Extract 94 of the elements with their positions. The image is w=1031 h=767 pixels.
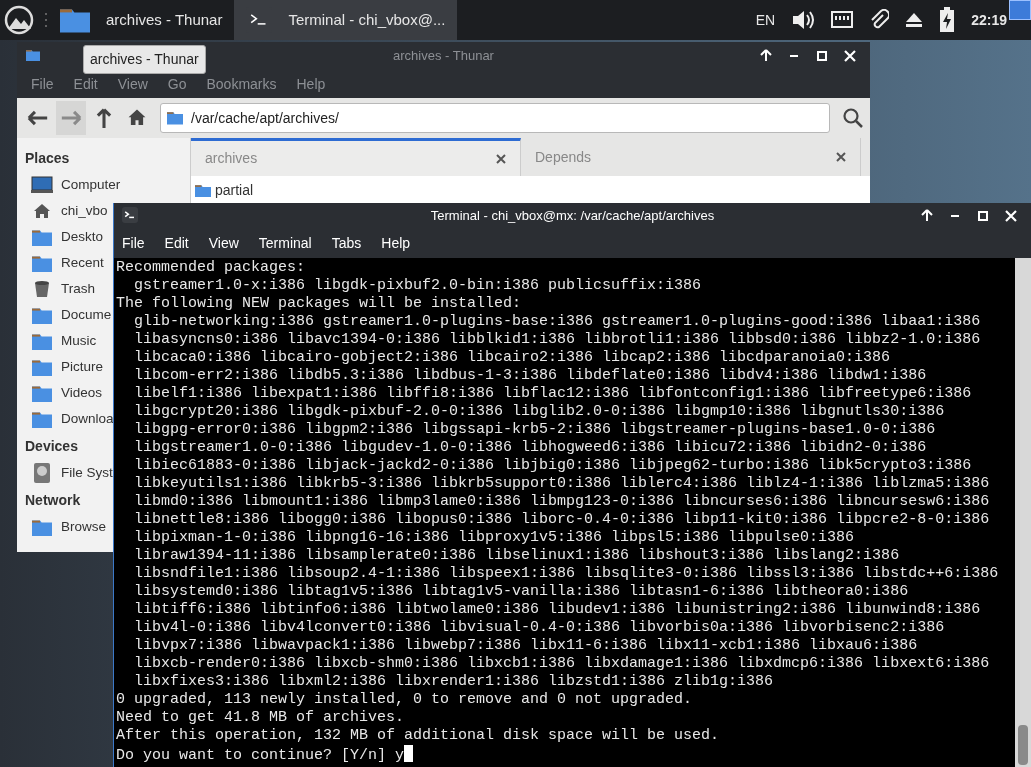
terminal-line: libkeyutils1:i386 libkrb5-3:i386 libkrb5support0:i386 liblerc4:i386 liblz4-1:i386 liblzma5:i386 (133, 475, 990, 492)
sidebar-item[interactable]: Picture (17, 354, 104, 380)
folder-icon (195, 183, 211, 198)
terminal-line: libiec61883-0:i386 libjack-jackd2-0:i386 libjbig0:i386 libjpeg62-turbo:i386 libk5crypto3:i386 (133, 457, 972, 474)
logo-icon[interactable] (2, 5, 36, 35)
terminal-line: The following NEW packages will be installed: (116, 295, 522, 312)
tooltip: archives - Thunar (83, 45, 206, 74)
terminal-line: libv4l-0:i386 libv4lconvert0:i386 libvisual-0.4-0:i386 libvorbis0a:i386 libvorbisenc2:i386 (133, 619, 945, 636)
folder-icon (26, 49, 40, 61)
terminal-line: Need to get 41.8 MB of archives. (116, 709, 405, 726)
sidebar-item[interactable]: Computer (17, 172, 121, 198)
folder-icon (32, 384, 52, 402)
terminal-line: libxfixes3:i386 libxml2:i386 libxrender1:i386 libzstd1:i386 zlib1g:i386 (133, 673, 774, 690)
close-icon[interactable] (836, 152, 846, 162)
terminal-line: libvpx7:i386 libwavpack1:i386 libwebp7:i386 libx11-6:i386 libx11-xcb1:i386 libxau6:i386 (133, 637, 918, 654)
computer-icon (31, 176, 53, 194)
sidebar-item[interactable]: Videos (17, 380, 103, 406)
scrollbar[interactable] (1015, 258, 1031, 767)
terminal-icon (122, 207, 138, 223)
folder-icon (32, 332, 52, 350)
menu-item[interactable]: Help (286, 73, 336, 95)
sidebar-item[interactable]: chi_vbo (17, 198, 108, 224)
menu-item[interactable]: Terminal (248, 232, 322, 254)
home-icon (33, 203, 51, 219)
menu-item[interactable]: Tabs (321, 232, 372, 254)
menu-item[interactable]: Bookmarks (196, 73, 287, 95)
sidebar-item[interactable]: Downloa (17, 406, 114, 432)
battery-icon[interactable] (939, 7, 956, 33)
paperclip-icon[interactable] (869, 9, 890, 31)
window-title: Terminal - chi_vbox@mx: /var/cache/apt/archives (430, 206, 715, 225)
terminal-line: libgcrypt20:i386 libgdk-pixbuf-2.0-0:i386 libglib2.0-0:i386 libgmp10:i386 libgnutls30:i386 (133, 403, 945, 420)
terminal-line: libraw1394-11:i386 libsamplerate0:i386 libselinux1:i386 libshout3:i386 libslang2:i386 (133, 547, 900, 564)
menu-item[interactable]: View (198, 232, 249, 254)
folder-icon (60, 7, 90, 33)
folder-entry[interactable]: partial (191, 176, 254, 201)
sidebar-item[interactable]: Deskto (17, 224, 104, 250)
menu-item[interactable]: File (114, 232, 155, 254)
network-icon[interactable] (831, 11, 854, 29)
menu-item[interactable]: Edit (63, 73, 108, 95)
taskbar-button[interactable]: Terminal - chi_vbox@... (234, 0, 458, 40)
terminal-line: libxcb-render0:i386 libxcb-shm0:i386 libxcb1:i386 libxdamage1:i386 libxdmcp6:i386 libxext6:i386 (133, 655, 990, 672)
trash-icon (34, 280, 50, 298)
terminal-line: libcaca0:i386 libcairo-gobject2:i386 libcairo2:i386 libcap2:i386 libcdparanoia0:i386 (133, 349, 891, 366)
separator-icon (44, 10, 48, 30)
scrollbar-thumb[interactable] (1018, 725, 1028, 765)
menu-item[interactable]: Help (371, 232, 421, 254)
window-title: archives - Thunar (393, 47, 494, 66)
terminal-line: libtiff6:i386 libtinfo6:i386 libtwolame0:i386 libudev1:i386 libunistring2:i386 libunwind8:i386 (133, 601, 981, 618)
folder-icon (167, 111, 183, 125)
volume-icon[interactable] (791, 9, 816, 31)
sidebar-item[interactable]: Trash (17, 276, 95, 302)
folder-icon (32, 410, 52, 428)
folder-icon (32, 358, 52, 376)
folder-icon (32, 254, 52, 272)
terminal-line: After this operation, 132 MB of additional disk space will be used. (116, 727, 720, 744)
folder-icon (32, 228, 52, 246)
drive-icon (34, 463, 50, 483)
sidebar-item[interactable]: File Syst (17, 460, 113, 486)
menu-item[interactable]: Go (157, 73, 197, 95)
menu-item[interactable]: Edit (154, 232, 199, 254)
eject-icon[interactable] (905, 12, 924, 28)
terminal-line: libpixman-1-0:i386 libpng16-16:i386 libproxy1v5:i386 libpsl5:i386 libpulse0:i386 (133, 529, 855, 546)
terminal-line: libnettle8:i386 libogg0:i386 libopus0:i386 liborc-0.4-0:i386 libp11-kit0:i386 libpcre2-8-0:i386 (133, 511, 990, 528)
search-icon[interactable] (842, 107, 865, 129)
terminal-line: 0 upgraded, 113 newly installed, 0 to remove and 0 not upgraded. (116, 691, 693, 708)
section-heading: Devices (24, 437, 78, 456)
menu-item[interactable]: View (107, 73, 158, 95)
taskbar-button[interactable]: archives - Thunar (48, 0, 235, 40)
sidebar-item[interactable]: Browse (17, 514, 106, 540)
terminal-line: libgpg-error0:i386 libgpm2:i386 libgssapi-krb5-2:i386 libgstreamer-plugins-base1.0-0:i386 (133, 421, 936, 438)
workspace-switcher[interactable] (1009, 0, 1031, 20)
terminal-line: libelf1:i386 libexpat1:i386 libffi8:i386 libflac12:i386 libfontconfig1:i386 libfreetype6:i386 (133, 385, 972, 402)
location-field[interactable]: /var/cache/apt/archives/ (160, 103, 831, 133)
menu-item[interactable]: File (21, 73, 64, 95)
sidebar-item[interactable]: Docume (17, 302, 112, 328)
sidebar-item[interactable]: Recent (17, 250, 104, 276)
terminal-line: gstreamer1.0-x:i386 libgdk-pixbuf2.0-bin:i386 publicsuffix:i386 (133, 277, 702, 294)
keyboard-layout[interactable]: EN (755, 9, 776, 31)
section-heading: Network (24, 491, 81, 510)
terminal-line: libasyncns0:i386 libavc1394-0:i386 libblkid1:i386 libbrotli1:i386 libbsd0:i386 libbz2-1.0:i386 (133, 331, 981, 348)
terminal-line: libsystemd0:i386 libtag1v5:i386 libtag1v5-vanilla:i386 libtasn1-6:i386 libtheora0:i386 (133, 583, 909, 600)
section-heading: Places (24, 149, 70, 168)
terminal-line: libgstreamer1.0-0:i386 libgudev-1.0-0:i386 libhogweed6:i386 libicu72:i386 libidn2-0:i386 (133, 439, 927, 456)
sidebar-item[interactable]: Music (17, 328, 97, 354)
clock[interactable]: 22:19 (971, 9, 1007, 31)
terminal-line: Recommended packages: (116, 259, 306, 276)
terminal-line: libsndfile1:i386 libsoup2.4-1:i386 libspeex1:i386 libsqlite3-0:i386 libssl3:i386 libstdc++6:i386 (133, 565, 999, 582)
folder-icon (32, 306, 52, 324)
close-icon[interactable] (496, 153, 506, 164)
terminal-line: libcom-err2:i386 libdb5.3:i386 libdbus-1-3:i386 libdeflate0:i386 libdv4:i386 libdw1:i386 (133, 367, 927, 384)
terminal-line: glib-networking:i386 gstreamer1.0-plugins-base:i386 gstreamer1.0-plugins-good:i386 libaa1:i386 (133, 313, 981, 330)
terminal-line: Do you want to continue? [Y/n] y (116, 747, 405, 764)
terminal-line: libmd0:i386 libmount1:i386 libmp3lame0:i386 libmpg123-0:i386 libncurses6:i386 libncursesw6:i386 (133, 493, 990, 510)
folder-icon (32, 518, 52, 536)
